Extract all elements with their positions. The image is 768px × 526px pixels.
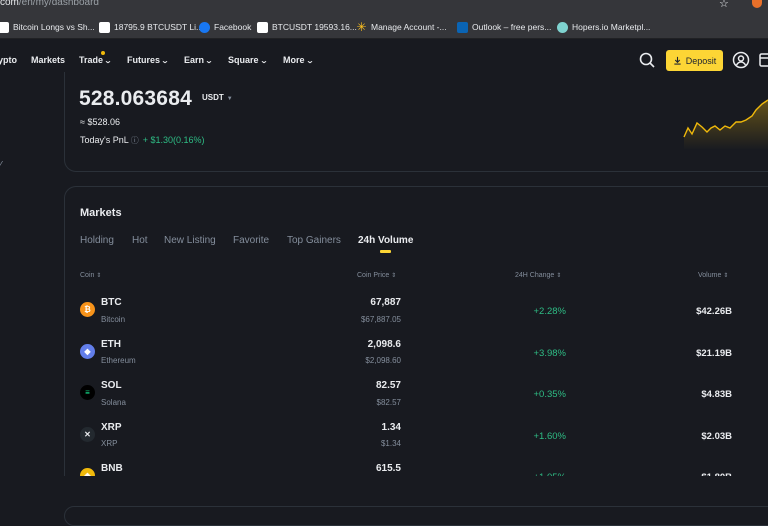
coin-price: 2,098.6 (367, 339, 401, 350)
caret-down-icon: ▼ (226, 96, 233, 102)
ethereum-icon: ◆ (80, 344, 95, 359)
coin-price: 1.34 (381, 422, 401, 433)
markets-title: Markets (80, 207, 122, 219)
coin-price: 67,887 (370, 297, 401, 308)
extension-icon[interactable] (752, 0, 762, 8)
tab-favorite[interactable]: Favorite (233, 235, 269, 246)
browser-address-bar: com/en/my/dashboard ☆ (0, 0, 768, 13)
balance-approx-usd: ≈ $528.06 (80, 117, 120, 127)
coin-change: +2.28% (533, 306, 567, 317)
coin-volume: $2.03B (701, 431, 732, 442)
outlook-icon (457, 21, 468, 33)
info-icon[interactable]: ⓘ (131, 136, 139, 145)
coin-name: Solana (101, 398, 126, 407)
sidebar-edge-icon: ⁄ (0, 160, 2, 171)
walmart-icon: ✳ (356, 19, 367, 34)
tab-24h-volume[interactable]: 24h Volume (358, 235, 413, 246)
coin-change: +0.35% (533, 389, 567, 400)
column-header-coin[interactable]: Coin ⇕ (80, 272, 101, 279)
bookmarks-bar: Bitcoin Longs vs Sh... 18795.9 BTCUSDT L… (0, 13, 768, 39)
column-header-volume[interactable]: Volume ⇕ (698, 272, 728, 279)
next-card (64, 506, 768, 526)
nav-item-markets[interactable]: Markets (31, 55, 65, 65)
chevron-down-icon: ⌄ (259, 58, 268, 65)
search-icon[interactable] (638, 51, 656, 69)
sort-icon: ⇕ (96, 273, 102, 279)
sort-icon: ⇕ (723, 273, 729, 279)
solana-icon: ≡ (80, 385, 95, 400)
coin-volume: $42.26B (696, 306, 732, 317)
bookmark-item[interactable]: Facebook (199, 20, 251, 34)
todays-pnl: Today's PnL ⓘ + $1.30(0.16%) (80, 135, 205, 145)
xrp-icon: ✕ (80, 427, 95, 442)
coin-price-usd: $67,887.05 (360, 315, 401, 324)
chevron-down-icon: ⌄ (305, 58, 314, 65)
coin-symbol: ETH (101, 339, 121, 350)
coin-price: 615.5 (375, 463, 401, 474)
user-icon[interactable] (732, 51, 750, 69)
coin-price-usd: $2,098.60 (365, 356, 401, 365)
bookmark-item[interactable]: ✳ Manage Account -... (356, 19, 446, 34)
nav-item-earn[interactable]: Earn⌄ (184, 55, 214, 65)
column-header-change[interactable]: 24H Change ⇕ (515, 272, 561, 279)
bookmark-star-icon[interactable]: ☆ (719, 0, 729, 10)
coin-volume: $4.83B (701, 389, 732, 400)
bookmark-item[interactable]: Bitcoin Longs vs Sh... (0, 20, 95, 34)
facebook-icon (199, 21, 210, 33)
column-header-price[interactable]: Coin Price ⇕ (357, 272, 396, 279)
coin-name: Bitcoin (101, 315, 126, 324)
tab-top-gainers[interactable]: Top Gainers (287, 235, 341, 246)
bookmark-item[interactable]: Outlook – free pers... (457, 20, 551, 34)
coin-symbol: SOL (101, 380, 122, 391)
coin-price-usd: $1.34 (380, 439, 401, 448)
markets-card (64, 186, 768, 492)
scroll-clip (64, 476, 768, 492)
coin-name: Ethereum (101, 356, 136, 365)
wallet-icon[interactable] (759, 52, 768, 68)
nav-item-futures[interactable]: Futures⌄ (127, 55, 170, 65)
nav-item-buy-crypto[interactable]: ypto (0, 55, 17, 65)
coin-price-usd: $82.57 (376, 398, 401, 407)
balance-amount: 528.063684 (79, 87, 192, 110)
coin-name: XRP (101, 439, 118, 448)
bookmark-item[interactable]: Hopers.io Marketpl... (557, 20, 650, 34)
download-icon (674, 56, 681, 65)
coin-change: +3.98% (533, 348, 567, 359)
balance-sparkline (683, 99, 768, 150)
nav-item-more[interactable]: More⌄ (283, 55, 314, 65)
url-field[interactable]: com/en/my/dashboard (0, 0, 99, 8)
chevron-down-icon: ⌄ (160, 58, 170, 65)
chevron-down-icon: ⌄ (204, 58, 214, 65)
sort-icon: ⇕ (556, 273, 562, 279)
tab-hot[interactable]: Hot (132, 235, 148, 246)
deposit-button[interactable]: Deposit (666, 50, 723, 71)
bookmark-item[interactable]: BTCUSDT 19593.16... (257, 20, 357, 34)
coin-symbol: BNB (101, 463, 123, 474)
tab-new-listing[interactable]: New Listing (164, 235, 216, 246)
tradingview-icon (257, 21, 268, 33)
hopers-icon (557, 21, 568, 33)
coin-symbol: XRP (101, 422, 122, 433)
bookmark-item[interactable]: 18795.9 BTCUSDT Li... (99, 20, 203, 34)
tradingview-icon (99, 21, 110, 33)
coin-symbol: BTC (101, 297, 122, 308)
active-tab-indicator (380, 250, 391, 253)
tradingview-icon (0, 21, 9, 33)
tab-holding[interactable]: Holding (80, 235, 114, 246)
nav-item-trade[interactable]: Trade⌄ (79, 55, 113, 65)
balance-unit-selector[interactable]: USDT ▼ (202, 93, 233, 102)
bitcoin-icon: ₿ (80, 302, 95, 317)
coin-volume: $21.19B (696, 348, 732, 359)
sort-icon: ⇕ (391, 273, 397, 279)
coin-price: 82.57 (375, 380, 401, 391)
chevron-down-icon: ⌄ (103, 58, 113, 65)
coin-change: +1.60% (533, 431, 567, 442)
nav-item-square[interactable]: Square⌄ (228, 55, 268, 65)
